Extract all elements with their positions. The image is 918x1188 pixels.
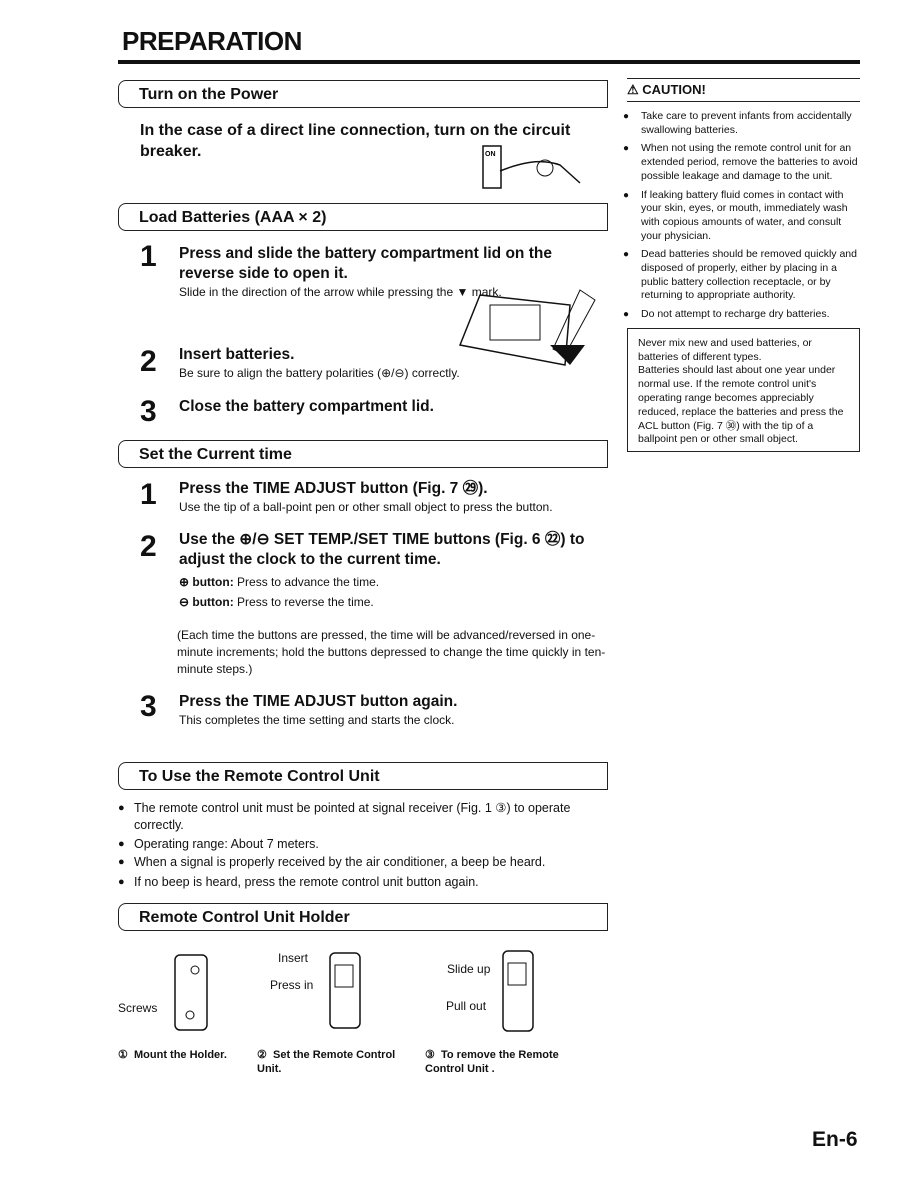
slide-up-label: Slide up [447, 962, 491, 976]
screws-label: Screws [118, 1001, 158, 1015]
remote-bullet: When a signal is properly received by th… [118, 854, 613, 871]
time-note: (Each time the buttons are pressed, the … [177, 628, 606, 676]
step-desc: Use the tip of a ball-point pen or other… [179, 500, 553, 514]
caption-2: ② Set the Remote Control Unit. [257, 1049, 396, 1075]
holder-illustration [174, 954, 208, 1031]
step-number: 3 [140, 690, 157, 723]
step-number: 1 [140, 240, 157, 273]
step-title: Press the TIME ADJUST button (Fig. 7 ㉙). [179, 480, 488, 497]
step-title: Use the ⊕/⊖ SET TEMP./SET TIME buttons (… [179, 531, 585, 568]
step-desc: This completes the time setting and star… [179, 713, 455, 727]
caution-panel: ⚠ CAUTION! Take care to prevent infants … [623, 78, 860, 453]
step-number: 3 [140, 395, 157, 428]
section-header-holder: Remote Control Unit Holder [118, 903, 608, 931]
step-title: Press and slide the battery compartment … [179, 245, 552, 282]
caution-item: Take care to prevent infants from accide… [623, 110, 860, 137]
caution-item: Dead batteries should be removed quickly… [623, 248, 860, 303]
section-header-power: Turn on the Power [118, 80, 608, 108]
manual-page: PREPARATION Turn on the Power In the cas… [0, 0, 918, 1188]
step-number: 2 [140, 530, 157, 563]
remote-bullet: The remote control unit must be pointed … [118, 800, 613, 834]
plus-button-label: ⊕ button: [179, 575, 234, 589]
step-title: Close the battery compartment lid. [179, 398, 434, 415]
caption-1: ① Mount the Holder. [118, 1049, 227, 1061]
minus-button-desc: Press to reverse the time. [237, 595, 374, 609]
caution-item: When not using the remote control unit f… [623, 142, 860, 183]
battery-note: Batteries should last about one year und… [638, 364, 844, 446]
plus-button-desc: Press to advance the time. [237, 575, 380, 589]
section-header-time: Set the Current time [118, 440, 608, 468]
caution-title: CAUTION! [642, 82, 706, 97]
caution-item: If leaking battery fluid comes in contac… [623, 189, 860, 244]
step-number: 2 [140, 345, 157, 378]
battery-note-box: Never mix new and used batteries, or bat… [627, 327, 860, 453]
remote-bullet: Operating range: About 7 meters. [118, 836, 613, 853]
remove-remote-illustration [502, 950, 534, 1032]
page-number: En-6 [812, 1128, 858, 1151]
battery-note: Never mix new and used batteries, or bat… [638, 336, 812, 363]
remote-bullet: If no beep is heard, press the remote co… [118, 874, 613, 891]
step-title: Insert batteries. [179, 346, 295, 363]
remote-in-holder-illustration [329, 952, 361, 1029]
step-desc: Be sure to align the battery polarities … [179, 366, 460, 380]
press-in-label: Press in [270, 978, 314, 992]
step-title: Press the TIME ADJUST button again. [179, 693, 458, 710]
caution-item: Do not attempt to recharge dry batteries… [623, 308, 860, 322]
caption-3: ③ To remove the Remote Control Unit . [425, 1049, 559, 1075]
section-header-batteries: Load Batteries (AAA × 2) [118, 203, 608, 231]
step-number: 1 [140, 478, 157, 511]
minus-button-label: ⊖ button: [179, 595, 234, 609]
section-header-remote: To Use the Remote Control Unit [118, 762, 608, 790]
pull-out-label: Pull out [446, 999, 487, 1013]
circuit-breaker-illustration: ON [482, 145, 581, 189]
insert-label: Insert [278, 951, 309, 965]
svg-text:ON: ON [485, 151, 496, 158]
title-rule [118, 60, 860, 64]
warning-icon: ⚠ [627, 82, 639, 97]
page-title: PREPARATION [122, 26, 302, 56]
